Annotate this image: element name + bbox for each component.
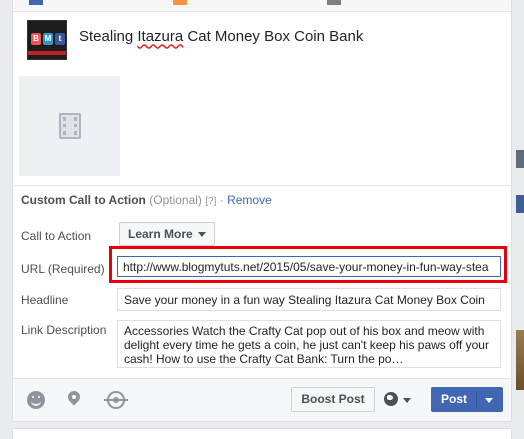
- cta-label: Call to Action: [21, 229, 92, 243]
- composer-tab[interactable]: [29, 0, 43, 5]
- site-logo: B M t: [27, 20, 67, 60]
- url-input[interactable]: http://www.blogmytuts.net/2015/05/save-y…: [117, 256, 501, 277]
- globe-icon[interactable]: [384, 392, 398, 406]
- divider: [476, 391, 477, 408]
- chevron-down-icon: [197, 232, 206, 238]
- background-left: [0, 0, 12, 439]
- url-label: URL (Required): [21, 262, 105, 276]
- misspelled-word: Itazura: [137, 27, 184, 45]
- side-thumbnail: [516, 330, 524, 390]
- side-thumbnail: [516, 195, 524, 213]
- link-preview-thumbnail[interactable]: [19, 76, 120, 176]
- logo-letter: t: [55, 33, 65, 45]
- link-preview-title[interactable]: Stealing Itazura Cat Money Box Coin Bank: [79, 28, 363, 45]
- chevron-down-icon[interactable]: [403, 398, 411, 403]
- separator: ·: [216, 193, 228, 207]
- cta-heading: Custom Call to Action: [21, 193, 146, 207]
- side-thumbnail: [516, 150, 524, 168]
- cta-dropdown-button[interactable]: Learn More: [119, 222, 215, 246]
- link-preview-header: B M t Stealing Itazura Cat Money Box Coi…: [27, 20, 363, 60]
- boost-post-button[interactable]: Boost Post: [291, 387, 375, 412]
- target-icon[interactable]: [104, 391, 128, 409]
- composer-footer: Boost Post Post: [13, 378, 511, 421]
- divider: [13, 185, 511, 186]
- link-description-input[interactable]: Accessories Watch the Crafty Cat pop out…: [117, 320, 501, 368]
- film-icon: [59, 113, 81, 139]
- smile-icon[interactable]: [27, 391, 45, 409]
- chevron-down-icon[interactable]: [485, 398, 493, 403]
- logo-stripe: [28, 51, 66, 55]
- remove-link[interactable]: Remove: [227, 193, 272, 207]
- cta-heading-row: Custom Call to Action (Optional) [?] · R…: [21, 193, 272, 207]
- logo-letter: M: [43, 33, 53, 45]
- headline-label: Headline: [21, 293, 69, 307]
- headline-input[interactable]: Save your money in a fun way Stealing It…: [117, 288, 501, 311]
- link-description-label: Link Description: [21, 323, 107, 337]
- post-button[interactable]: Post: [431, 387, 503, 412]
- help-link[interactable]: [?]: [205, 196, 216, 207]
- background-right: [512, 0, 524, 439]
- post-button-label: Post: [440, 392, 467, 406]
- location-pin-icon[interactable]: [67, 391, 81, 409]
- composer-tab[interactable]: [327, 0, 341, 5]
- next-card: [12, 428, 512, 439]
- optional-label: (Optional): [149, 193, 202, 207]
- post-composer: B M t Stealing Itazura Cat Money Box Coi…: [12, 0, 512, 422]
- composer-top-strip: [13, 0, 511, 12]
- composer-tab[interactable]: [173, 0, 187, 5]
- logo-letter: B: [31, 33, 41, 45]
